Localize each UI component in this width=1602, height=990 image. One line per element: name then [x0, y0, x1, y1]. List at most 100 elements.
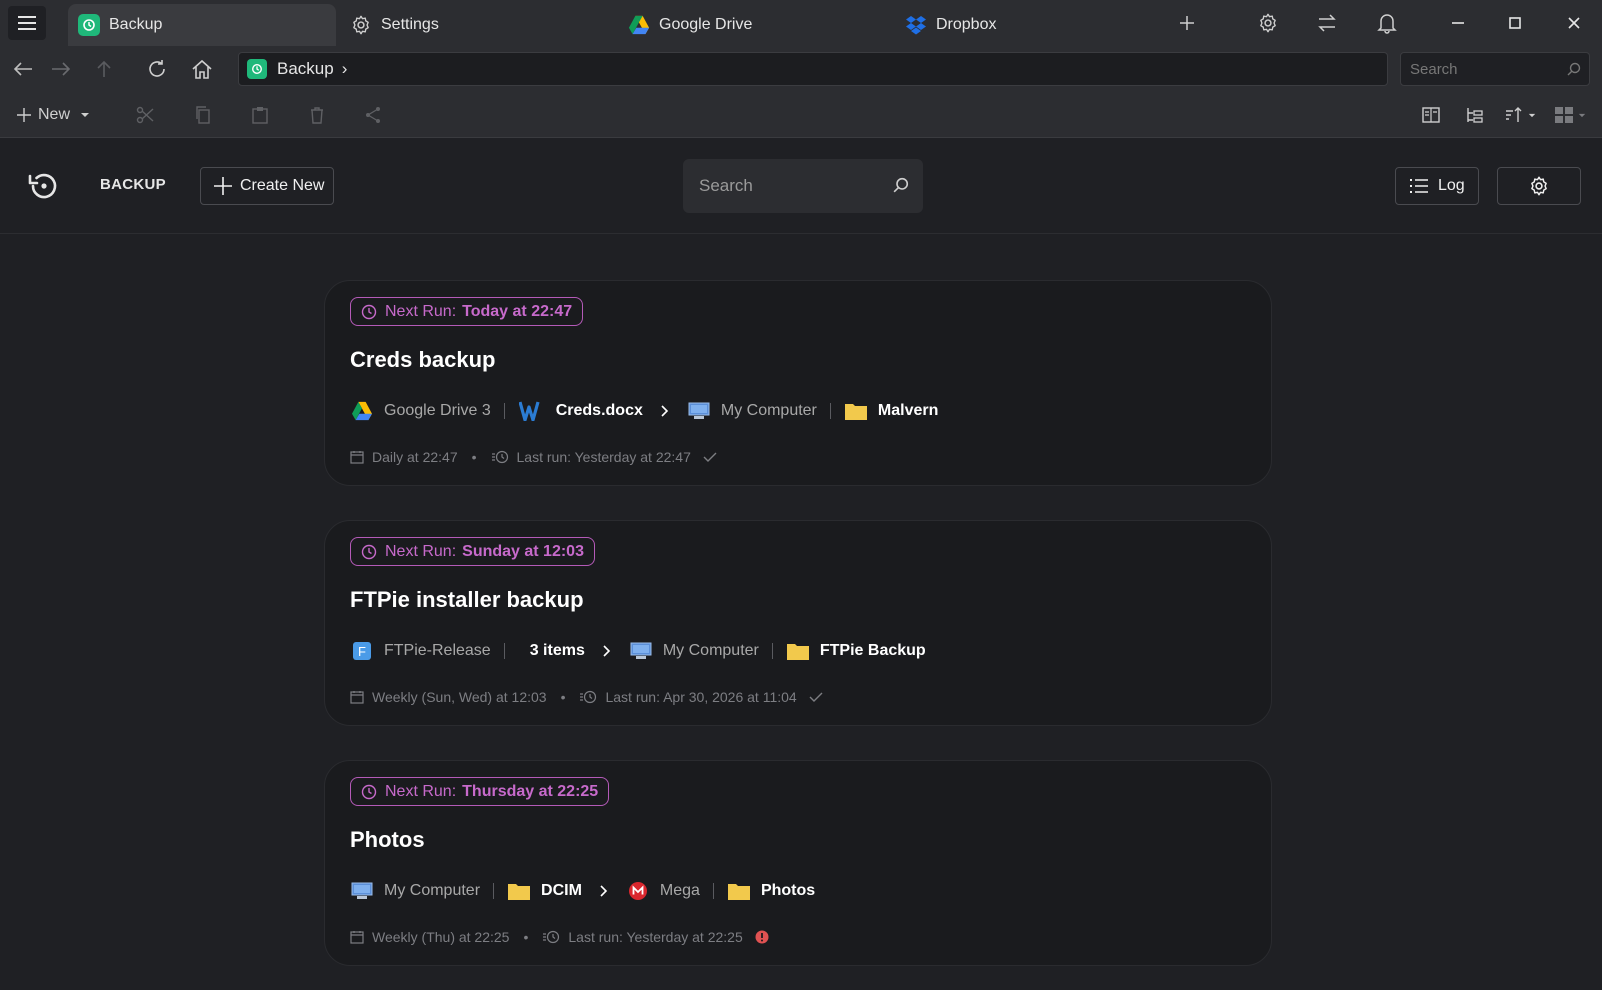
log-button[interactable]: Log: [1395, 167, 1479, 205]
backup-header: BACKUP Create New Search Log: [0, 138, 1602, 234]
job-route: My Computer DCIM Mega Photos: [350, 877, 815, 905]
separator-dot: •: [471, 449, 477, 465]
minimize-icon: [1452, 22, 1464, 24]
app-settings-button[interactable]: [1253, 8, 1283, 38]
minimize-button[interactable]: [1443, 8, 1473, 38]
clock-icon: [361, 784, 377, 799]
new-button[interactable]: New: [16, 100, 96, 130]
back-button[interactable]: [8, 54, 38, 84]
home-button[interactable]: [187, 54, 217, 84]
backup-job-card[interactable]: Next Run: Today at 22:47 Creds backup Go…: [324, 280, 1272, 486]
tab-backup[interactable]: Backup: [68, 4, 336, 46]
sort-button[interactable]: [1500, 100, 1540, 130]
clipboard-icon: [252, 107, 268, 124]
computer-icon: [629, 639, 653, 663]
gear-icon: [1260, 13, 1276, 33]
backup-settings-button[interactable]: [1497, 167, 1581, 205]
clock-icon: [361, 304, 377, 319]
transfer-arrows-icon: [1318, 14, 1336, 32]
dest-service: My Computer: [720, 402, 817, 419]
backup-job-card[interactable]: Next Run: Sunday at 12:03 FTPie installe…: [324, 520, 1272, 726]
cut-button[interactable]: [130, 100, 160, 130]
job-title: Photos: [350, 827, 425, 852]
job-meta: Weekly (Sun, Wed) at 12:03 • Last run: A…: [350, 689, 831, 705]
job-title: FTPie installer backup: [350, 587, 584, 612]
divider: [503, 643, 505, 659]
dest-service: Mega: [659, 882, 700, 899]
job-route: F FTPie-Release 3 items My Computer FTPi…: [350, 637, 926, 665]
backup-search-input[interactable]: Search: [683, 159, 923, 213]
tab-dropbox[interactable]: Dropbox: [905, 4, 996, 46]
source-service: Google Drive 3: [384, 402, 491, 419]
share-button[interactable]: [358, 100, 388, 130]
up-button[interactable]: [89, 54, 119, 84]
dest-item: Malvern: [877, 402, 939, 419]
delete-button[interactable]: [302, 100, 332, 130]
preview-pane-button[interactable]: [1416, 100, 1446, 130]
close-button[interactable]: [1559, 8, 1589, 38]
create-new-button[interactable]: Create New: [200, 167, 334, 205]
paste-button[interactable]: [245, 100, 275, 130]
address-segment-backup[interactable]: Backup: [277, 59, 334, 79]
ftp-server-icon: F: [350, 639, 374, 663]
history-icon: [543, 930, 560, 944]
next-run-label: Next Run:: [385, 302, 457, 320]
separator-dot: •: [523, 929, 529, 945]
backup-job-card[interactable]: Next Run: Thursday at 22:25 Photos My Co…: [324, 760, 1272, 966]
create-new-label: Create New: [240, 177, 325, 194]
share-icon: [366, 107, 380, 123]
sort-icon: [1505, 107, 1521, 122]
divider: [771, 643, 773, 659]
next-run-label: Next Run:: [385, 782, 457, 800]
split-view-icon: [1422, 107, 1440, 123]
refresh-icon: [149, 60, 165, 77]
chevron-down-icon: [1578, 113, 1585, 117]
top-search-input[interactable]: Search: [1400, 52, 1590, 86]
log-label: Log: [1438, 177, 1465, 194]
tab-google-drive[interactable]: Google Drive: [628, 4, 752, 46]
clock-icon: [361, 544, 377, 559]
tab-label: Settings: [381, 16, 439, 33]
plus-icon: [214, 177, 232, 195]
hamburger-menu-button[interactable]: [8, 6, 46, 40]
backup-icon: [78, 14, 100, 36]
next-run-badge: Next Run: Sunday at 12:03: [350, 537, 595, 566]
divider: [829, 403, 831, 419]
maximize-button[interactable]: [1500, 8, 1530, 38]
title-bar: Backup Settings Google Drive Dropbox: [0, 0, 1602, 46]
folder-icon: [844, 399, 868, 423]
tab-settings[interactable]: Settings: [350, 4, 439, 46]
job-route: Google Drive 3 Creds.docx My Computer Ma…: [350, 397, 938, 425]
checkmark-icon: [809, 692, 823, 702]
calendar-icon: [350, 451, 364, 464]
refresh-button[interactable]: [142, 54, 172, 84]
gear-icon: [350, 14, 372, 36]
last-run-text: Last run: Yesterday at 22:25: [568, 929, 743, 945]
job-title: Creds backup: [350, 347, 496, 372]
bell-icon: [1377, 14, 1397, 34]
tree-view-button[interactable]: [1460, 100, 1490, 130]
forward-button[interactable]: [46, 54, 76, 84]
maximize-icon: [1509, 17, 1521, 29]
divider: [712, 883, 714, 899]
list-icon: [1410, 179, 1428, 193]
checkmark-icon: [703, 452, 717, 462]
computer-icon: [687, 399, 711, 423]
next-run-label: Next Run:: [385, 542, 457, 560]
address-chevron[interactable]: ›: [342, 59, 348, 79]
source-service: My Computer: [384, 882, 481, 899]
backup-icon: [247, 59, 267, 79]
address-bar[interactable]: Backup ›: [238, 52, 1388, 86]
notifications-button[interactable]: [1372, 8, 1402, 38]
view-mode-button[interactable]: [1550, 100, 1590, 130]
new-tab-button[interactable]: [1172, 8, 1202, 38]
separator-dot: •: [560, 689, 566, 705]
scissors-icon: [136, 106, 154, 124]
source-item: Creds.docx: [555, 402, 643, 419]
transfers-button[interactable]: [1312, 8, 1342, 38]
grid-icon: [1554, 107, 1573, 123]
job-meta: Weekly (Thu) at 22:25 • Last run: Yester…: [350, 929, 777, 945]
copy-button[interactable]: [188, 100, 218, 130]
search-icon: [1567, 62, 1581, 76]
last-run-text: Last run: Yesterday at 22:47: [516, 449, 691, 465]
